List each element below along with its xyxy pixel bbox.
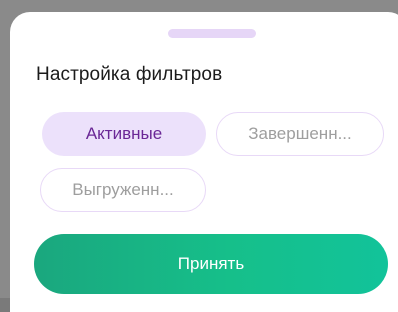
filter-chip-unloaded[interactable]: Выгруженн... xyxy=(40,168,206,212)
sheet-title: Настройка фильтров xyxy=(36,64,223,85)
accept-button[interactable]: Принять xyxy=(34,234,388,294)
drag-handle[interactable] xyxy=(168,29,256,38)
filter-bottom-sheet: Настройка фильтров Активные Завершенн...… xyxy=(10,12,398,312)
filter-chip-active[interactable]: Активные xyxy=(42,112,206,156)
filter-chip-completed[interactable]: Завершенн... xyxy=(216,112,384,156)
